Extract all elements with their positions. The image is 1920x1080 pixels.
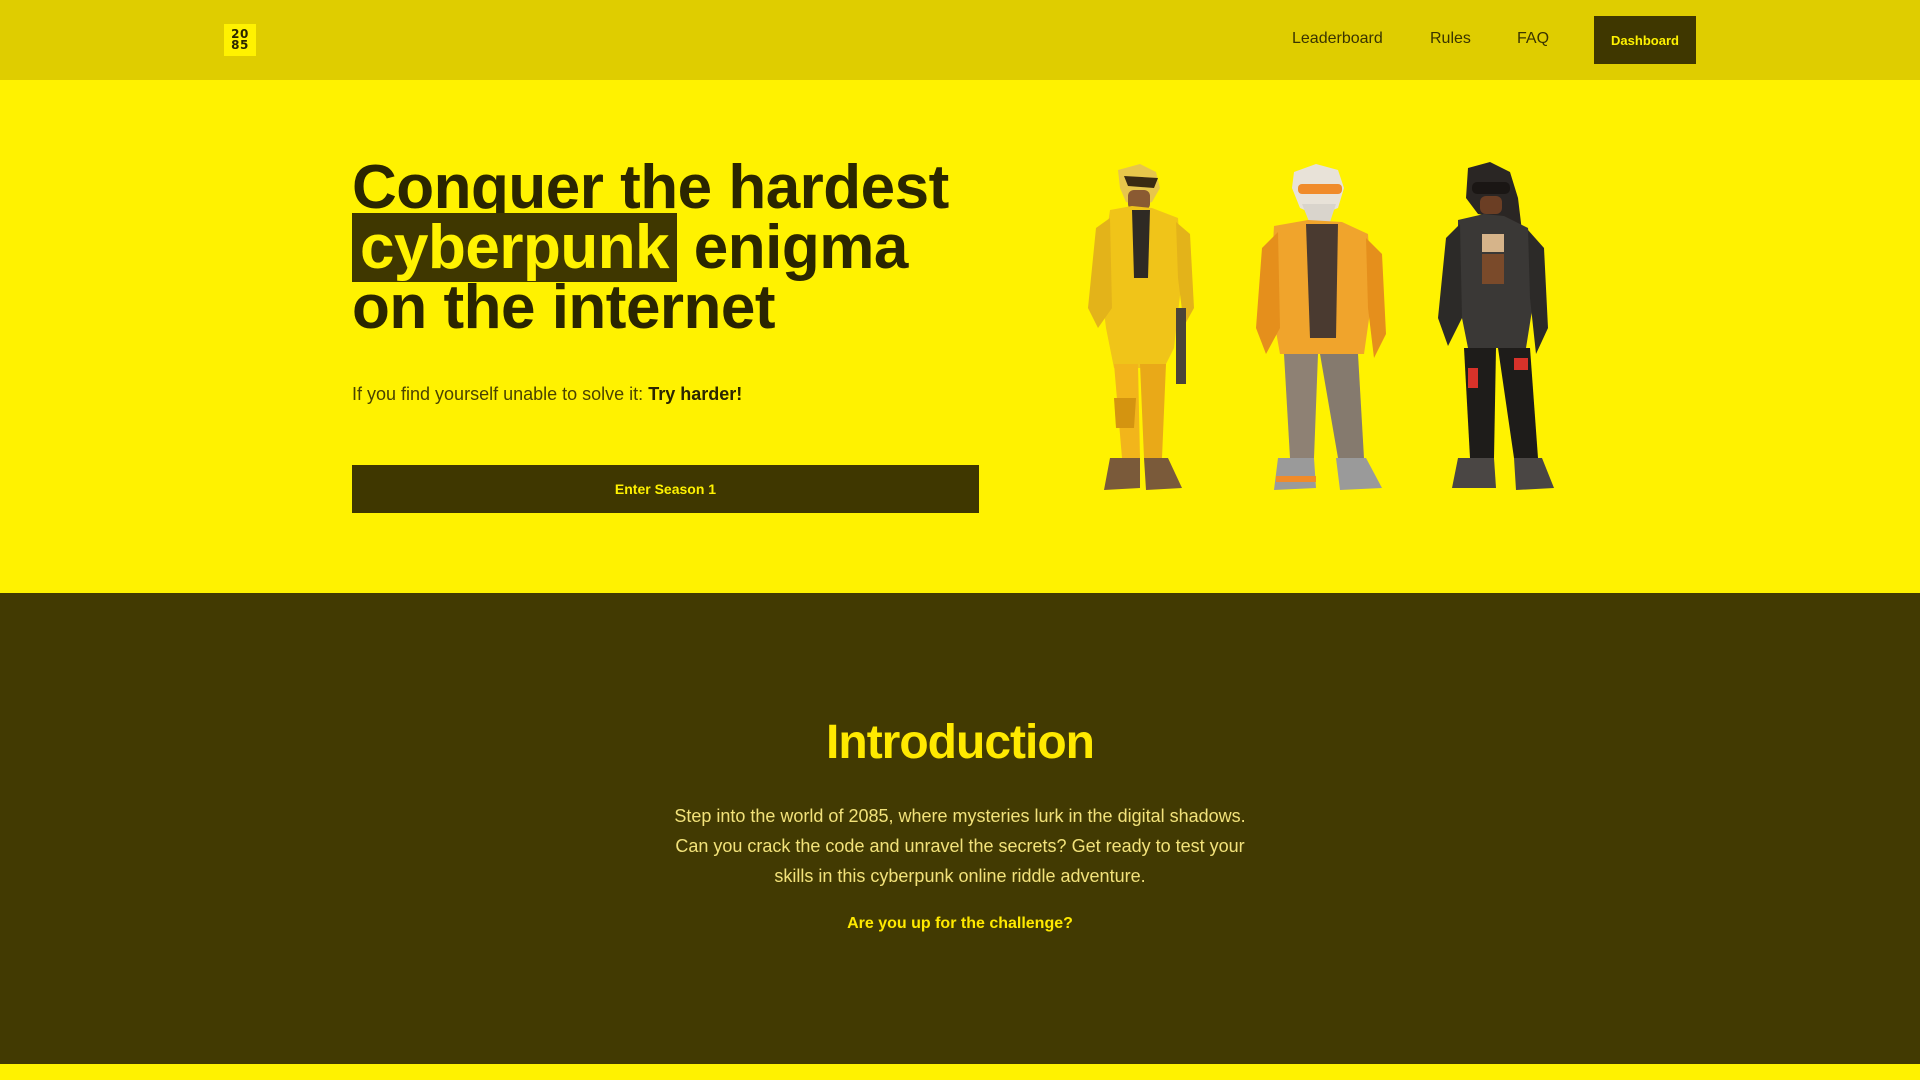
hero-title-highlight: cyberpunk [352,213,678,282]
characters-svg [1088,162,1554,490]
nav-rules[interactable]: Rules [1430,30,1471,48]
logo-bottom-text: 85 [231,38,249,52]
yellow-jacket-character [1088,164,1194,490]
hero-subtitle-prefix: If you find yourself unable to solve it: [352,384,644,404]
logo[interactable]: 20 85 [224,24,256,56]
black-jacket-character [1438,162,1554,490]
bottom-strip [0,1064,1920,1080]
dashboard-button[interactable]: Dashboard [1594,16,1696,64]
hero-subtitle-emphasis: Try harder! [648,384,743,404]
challenge-question: Are you up for the challenge? [847,915,1073,932]
introduction-title: Introduction [826,716,1095,769]
orange-jacket-character [1256,164,1386,490]
introduction-section: Introduction Step into the world of 2085… [0,593,1920,1064]
hero-section: Conquer the hardest cyberpunk enigma on t… [0,80,1920,593]
nav-leaderboard[interactable]: Leaderboard [1292,30,1383,48]
nav-faq[interactable]: FAQ [1517,30,1549,48]
hero-title-part1: Conquer the hardest [352,153,949,222]
top-navbar: 20 85 Leaderboard Rules FAQ Dashboard [0,0,1920,80]
hero-subtitle: If you find yourself unable to solve it:… [352,384,742,405]
enter-season-button[interactable]: Enter Season 1 [352,465,979,513]
hero-title: Conquer the hardest cyberpunk enigma on t… [352,157,992,339]
characters-illustration [1048,158,1588,518]
introduction-body: Step into the world of 2085, where myste… [674,806,1246,886]
